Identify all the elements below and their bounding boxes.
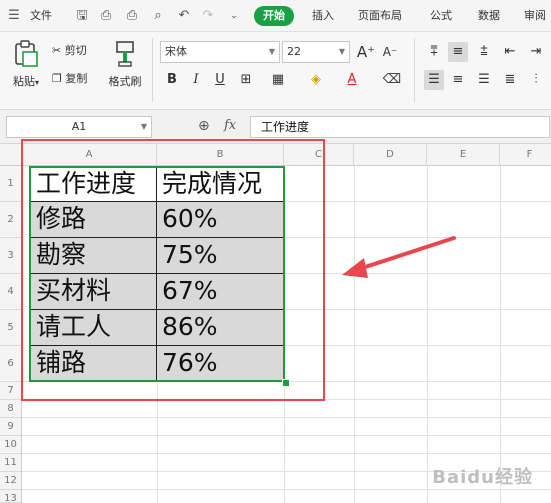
row-header[interactable]: 4	[0, 274, 21, 310]
paste-label: 粘贴	[12, 75, 35, 88]
chevron-down-icon: ▼	[140, 122, 147, 131]
row-header[interactable]: 2	[0, 202, 21, 238]
gridline	[22, 435, 551, 436]
undo-icon[interactable]: ↶	[176, 8, 192, 24]
annotation-highlight-box	[21, 139, 325, 401]
font-name-select[interactable]: 宋体 ▼	[160, 41, 280, 63]
tab-page-layout[interactable]: 页面布局	[358, 9, 402, 23]
distribute-icon[interactable]: ⫶	[526, 70, 546, 90]
zoom-icon[interactable]: ⊕	[198, 118, 210, 134]
align-left-icon[interactable]: ☰	[424, 70, 444, 90]
row-header[interactable]: 5	[0, 310, 21, 346]
column-header[interactable]: F	[500, 144, 551, 165]
row-header[interactable]: 8	[0, 400, 21, 418]
file-menu[interactable]: 文件	[30, 9, 52, 23]
fx-label[interactable]: fx	[224, 118, 236, 133]
tab-formulas[interactable]: 公式	[430, 9, 452, 23]
row-header[interactable]: 9	[0, 418, 21, 436]
font-size-value: 22	[287, 45, 301, 58]
font-color-button[interactable]: A	[342, 70, 362, 90]
row-header[interactable]: 12	[0, 472, 21, 490]
format-painter-button[interactable]: 格式刷	[104, 40, 146, 89]
row-headers: 1 2 3 4 5 6 7 8 9 10 11 12 13	[0, 166, 22, 503]
row-header[interactable]: 7	[0, 382, 21, 400]
cut-button[interactable]: ✂ 剪切	[52, 44, 87, 58]
cut-label: 剪切	[64, 44, 87, 57]
grow-font-button[interactable]: A⁺	[356, 42, 376, 62]
eraser-icon[interactable]: ⌫	[382, 70, 402, 90]
copy-icon: ❐	[52, 72, 62, 85]
row-header[interactable]: 1	[0, 166, 21, 202]
ribbon: 粘贴▾ ✂ 剪切 ❐ 复制 格式刷 宋体 ▼ 22 ▼ A⁺ A⁻ B I U …	[0, 32, 551, 110]
name-box[interactable]: A1 ▼	[6, 116, 152, 138]
column-header[interactable]: D	[354, 144, 427, 165]
row-header[interactable]: 13	[0, 490, 21, 503]
format-painter-icon	[116, 41, 134, 67]
align-middle-icon[interactable]: ≡	[448, 42, 468, 62]
align-top-icon[interactable]: ⩱	[424, 42, 444, 62]
borders-icon[interactable]: ⊞	[236, 70, 256, 90]
font-name-value: 宋体	[165, 45, 187, 58]
menu-icon[interactable]: ☰	[6, 8, 22, 24]
fill-style-icon[interactable]: ▦	[268, 70, 288, 90]
title-bar: ☰ 文件 🖫 ⎙ ⎙ ⌕ ↶ ↷ ⌄ 开始 插入 页面布局 公式 数据 审阅	[0, 0, 551, 32]
bold-button[interactable]: B	[162, 70, 182, 90]
select-all-corner[interactable]	[0, 144, 22, 165]
formula-input[interactable]: 工作进度	[250, 116, 550, 138]
row-header[interactable]: 11	[0, 454, 21, 472]
save-icon[interactable]: 🖫	[74, 8, 90, 24]
gridline	[22, 489, 551, 490]
ribbon-divider	[414, 38, 415, 102]
chevron-down-icon: ▾	[34, 78, 39, 87]
annotation-arrow	[342, 236, 456, 278]
format-painter-label: 格式刷	[108, 75, 142, 88]
print-icon[interactable]: ⎙	[124, 8, 140, 24]
chevron-down-icon: ▼	[338, 47, 345, 56]
gridline	[22, 417, 551, 418]
tab-home[interactable]: 开始	[254, 6, 294, 26]
print-preview-icon[interactable]: ⎙	[98, 8, 114, 24]
ribbon-divider	[152, 38, 153, 102]
column-header[interactable]: E	[427, 144, 500, 165]
gridline	[22, 453, 551, 454]
watermark: Baidu经验	[432, 467, 533, 488]
shrink-font-button[interactable]: A⁻	[380, 42, 400, 62]
copy-button[interactable]: ❐ 复制	[52, 72, 87, 86]
copy-label: 复制	[65, 72, 88, 85]
underline-button[interactable]: U	[210, 70, 230, 90]
font-size-select[interactable]: 22 ▼	[282, 41, 350, 63]
chevron-down-icon: ▼	[268, 47, 275, 56]
justify-icon[interactable]: ≣	[500, 70, 520, 90]
align-bottom-icon[interactable]: ⩲	[474, 42, 494, 62]
tab-insert[interactable]: 插入	[312, 9, 334, 23]
indent-decrease-icon[interactable]: ⇤	[500, 42, 520, 62]
row-header[interactable]: 10	[0, 436, 21, 454]
paste-icon	[15, 40, 38, 67]
cell-reference: A1	[71, 120, 87, 133]
tab-review[interactable]: 审阅	[524, 9, 546, 23]
preview-icon[interactable]: ⌕	[150, 8, 166, 24]
paste-button[interactable]: 粘贴▾	[6, 40, 46, 89]
align-center-icon[interactable]: ≡	[448, 70, 468, 90]
row-header[interactable]: 3	[0, 238, 21, 274]
align-right-icon[interactable]: ☰	[474, 70, 494, 90]
redo-icon[interactable]: ↷	[200, 8, 216, 24]
row-header[interactable]: 6	[0, 346, 21, 382]
indent-increase-icon[interactable]: ⇥	[526, 42, 546, 62]
fill-color-icon[interactable]: ◈	[306, 70, 326, 90]
scissors-icon: ✂	[52, 44, 62, 57]
chevron-down-icon[interactable]: ⌄	[226, 8, 242, 24]
tab-data[interactable]: 数据	[478, 9, 500, 23]
italic-button[interactable]: I	[186, 70, 206, 90]
